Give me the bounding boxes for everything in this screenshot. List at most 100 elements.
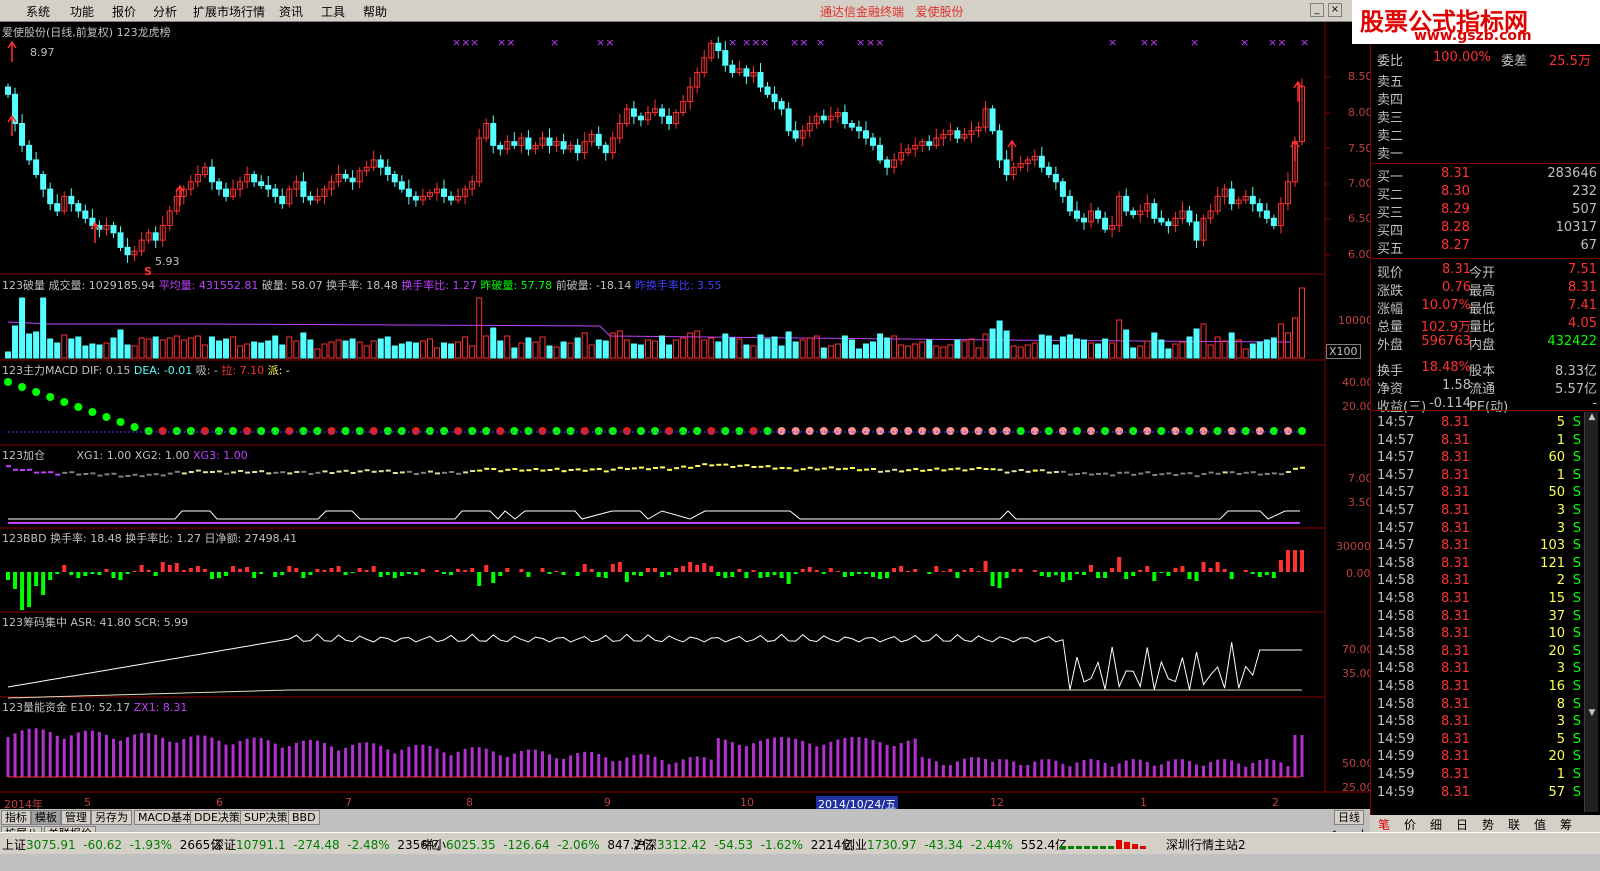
energy-bar bbox=[857, 737, 861, 777]
bbd-bar bbox=[456, 569, 461, 572]
volume-bar bbox=[314, 348, 321, 359]
index-cy[interactable]: 创业1730.97 -43.34 -2.44% 552.4亿 bbox=[843, 836, 1067, 853]
add-mark bbox=[758, 465, 764, 468]
tab-macd-basic[interactable]: MACD基本 bbox=[134, 810, 197, 825]
energy-bar bbox=[899, 743, 903, 777]
tab-day[interactable]: 日 bbox=[1456, 816, 1468, 833]
volume-bar bbox=[743, 344, 750, 359]
bbd-bar bbox=[716, 572, 721, 576]
volume-bar bbox=[595, 339, 602, 359]
add-mark bbox=[638, 466, 644, 469]
index-sh[interactable]: 上证3075.91 -60.62 -1.93% 2665亿 bbox=[2, 836, 222, 853]
index-zx[interactable]: 中小6025.35 -126.64 -2.06% 847.2亿 bbox=[422, 836, 654, 853]
bbd-bar bbox=[1067, 572, 1072, 580]
macd-dot bbox=[904, 427, 913, 435]
index-sz[interactable]: 深证10791.1 -274.48 -2.48% 2356亿 bbox=[212, 836, 440, 853]
chart-area[interactable]: 爱使股份(日线,前复权) 123龙虎榜 8.97 5.93 S ×× × ×× × ××… bbox=[0, 22, 1374, 812]
menu-system[interactable]: 系统 bbox=[26, 3, 50, 20]
volume-bar bbox=[272, 335, 279, 359]
order-ratio-row: 委比 100.00% 委差 25.5万 bbox=[1377, 50, 1591, 69]
macd-dot bbox=[1283, 427, 1292, 435]
bbd-bar bbox=[863, 572, 868, 574]
volume-bar bbox=[919, 341, 926, 359]
add-mark bbox=[118, 475, 124, 478]
bbd-bar bbox=[1215, 562, 1220, 572]
tab-tick[interactable]: 笔 bbox=[1378, 816, 1390, 833]
menu-extended-market[interactable]: 扩展市场行情 bbox=[193, 3, 265, 20]
tab-chips[interactable]: 筹 bbox=[1560, 816, 1572, 833]
menu-quote[interactable]: 报价 bbox=[112, 3, 136, 20]
tab-dde[interactable]: DDE决策 bbox=[190, 810, 244, 825]
bbd-bar bbox=[118, 572, 123, 580]
candle bbox=[1158, 217, 1165, 223]
energy-bar bbox=[1265, 759, 1269, 777]
volume-bar bbox=[1228, 332, 1235, 359]
candle bbox=[251, 174, 258, 183]
scroll-up-icon[interactable]: ▲ bbox=[1586, 412, 1598, 424]
tab-value[interactable]: 值 bbox=[1534, 816, 1546, 833]
tab-template[interactable]: 模板 bbox=[31, 810, 61, 825]
tab-save-as[interactable]: 另存为 bbox=[91, 810, 132, 825]
add-mark bbox=[927, 469, 933, 471]
energy-bar bbox=[20, 730, 24, 777]
tick-scrollbar[interactable]: ▲ ▼ bbox=[1584, 412, 1598, 812]
bbd-bar bbox=[392, 572, 397, 578]
volume-bar bbox=[644, 339, 651, 359]
menu-info[interactable]: 资讯 bbox=[279, 3, 303, 20]
tab-indicator[interactable]: 指标 bbox=[1, 810, 31, 825]
tab-price[interactable]: 价 bbox=[1404, 816, 1416, 833]
volume-bar bbox=[145, 338, 152, 359]
menu-function[interactable]: 功能 bbox=[70, 3, 94, 20]
macd-dot bbox=[299, 427, 308, 435]
energy-bar bbox=[1075, 762, 1079, 777]
add-y-tick: 7.00 bbox=[1348, 472, 1373, 485]
volume-bar bbox=[673, 339, 680, 359]
volume-bar bbox=[813, 335, 820, 359]
candle bbox=[1102, 217, 1109, 230]
energy-y-tick: 50.00 bbox=[1342, 757, 1374, 770]
add-mark bbox=[596, 468, 602, 470]
macd-dot bbox=[1199, 427, 1208, 435]
period-daily[interactable]: 日线 bbox=[1334, 810, 1364, 825]
candle bbox=[215, 181, 222, 190]
scroll-down-icon[interactable]: ▼ bbox=[1586, 708, 1598, 720]
tab-trend[interactable]: 势 bbox=[1482, 816, 1494, 833]
candle bbox=[525, 137, 532, 150]
close-icon[interactable]: × bbox=[1328, 3, 1342, 17]
volume-bar bbox=[166, 337, 173, 359]
macd-dot bbox=[130, 423, 139, 431]
bbd-bar bbox=[139, 565, 144, 572]
candle bbox=[841, 112, 848, 124]
add-mark bbox=[294, 471, 300, 473]
candle bbox=[637, 115, 644, 121]
menu-analysis[interactable]: 分析 bbox=[153, 3, 177, 20]
index-hs[interactable]: 沪深3312.42 -54.53 -1.62% 2214亿 bbox=[633, 836, 853, 853]
energy-bar bbox=[569, 755, 573, 777]
tab-sup[interactable]: SUP决策 bbox=[240, 810, 292, 825]
add-mark bbox=[744, 464, 750, 467]
energy-bar bbox=[1180, 759, 1184, 777]
menu-tools[interactable]: 工具 bbox=[321, 3, 345, 20]
tab-bbd[interactable]: BBD bbox=[288, 810, 320, 825]
add-mark bbox=[343, 469, 349, 472]
add-mark bbox=[779, 467, 785, 469]
energy-bar bbox=[442, 752, 446, 777]
add-mark bbox=[336, 470, 342, 473]
energy-bar bbox=[1244, 766, 1248, 777]
add-mark bbox=[554, 467, 560, 470]
bbd-bar bbox=[174, 563, 179, 572]
volume-bar bbox=[1144, 340, 1151, 359]
add-mark bbox=[181, 472, 187, 475]
tab-detail[interactable]: 细 bbox=[1430, 816, 1442, 833]
tab-manage[interactable]: 管理 bbox=[61, 810, 91, 825]
server-status[interactable]: 深圳行情主站2 bbox=[1166, 836, 1246, 853]
tab-link[interactable]: 联 bbox=[1508, 816, 1520, 833]
minimize-icon[interactable]: _ bbox=[1310, 3, 1324, 17]
candle bbox=[1045, 166, 1052, 176]
menu-help[interactable]: 帮助 bbox=[363, 3, 387, 20]
chart-svg[interactable] bbox=[0, 22, 1370, 809]
volume-bar bbox=[820, 347, 827, 359]
tick-row: 14:57 8.31 3 S bbox=[1377, 503, 1581, 518]
macd-y-tick: 20.00 bbox=[1342, 400, 1374, 413]
add-mark bbox=[1229, 471, 1235, 474]
